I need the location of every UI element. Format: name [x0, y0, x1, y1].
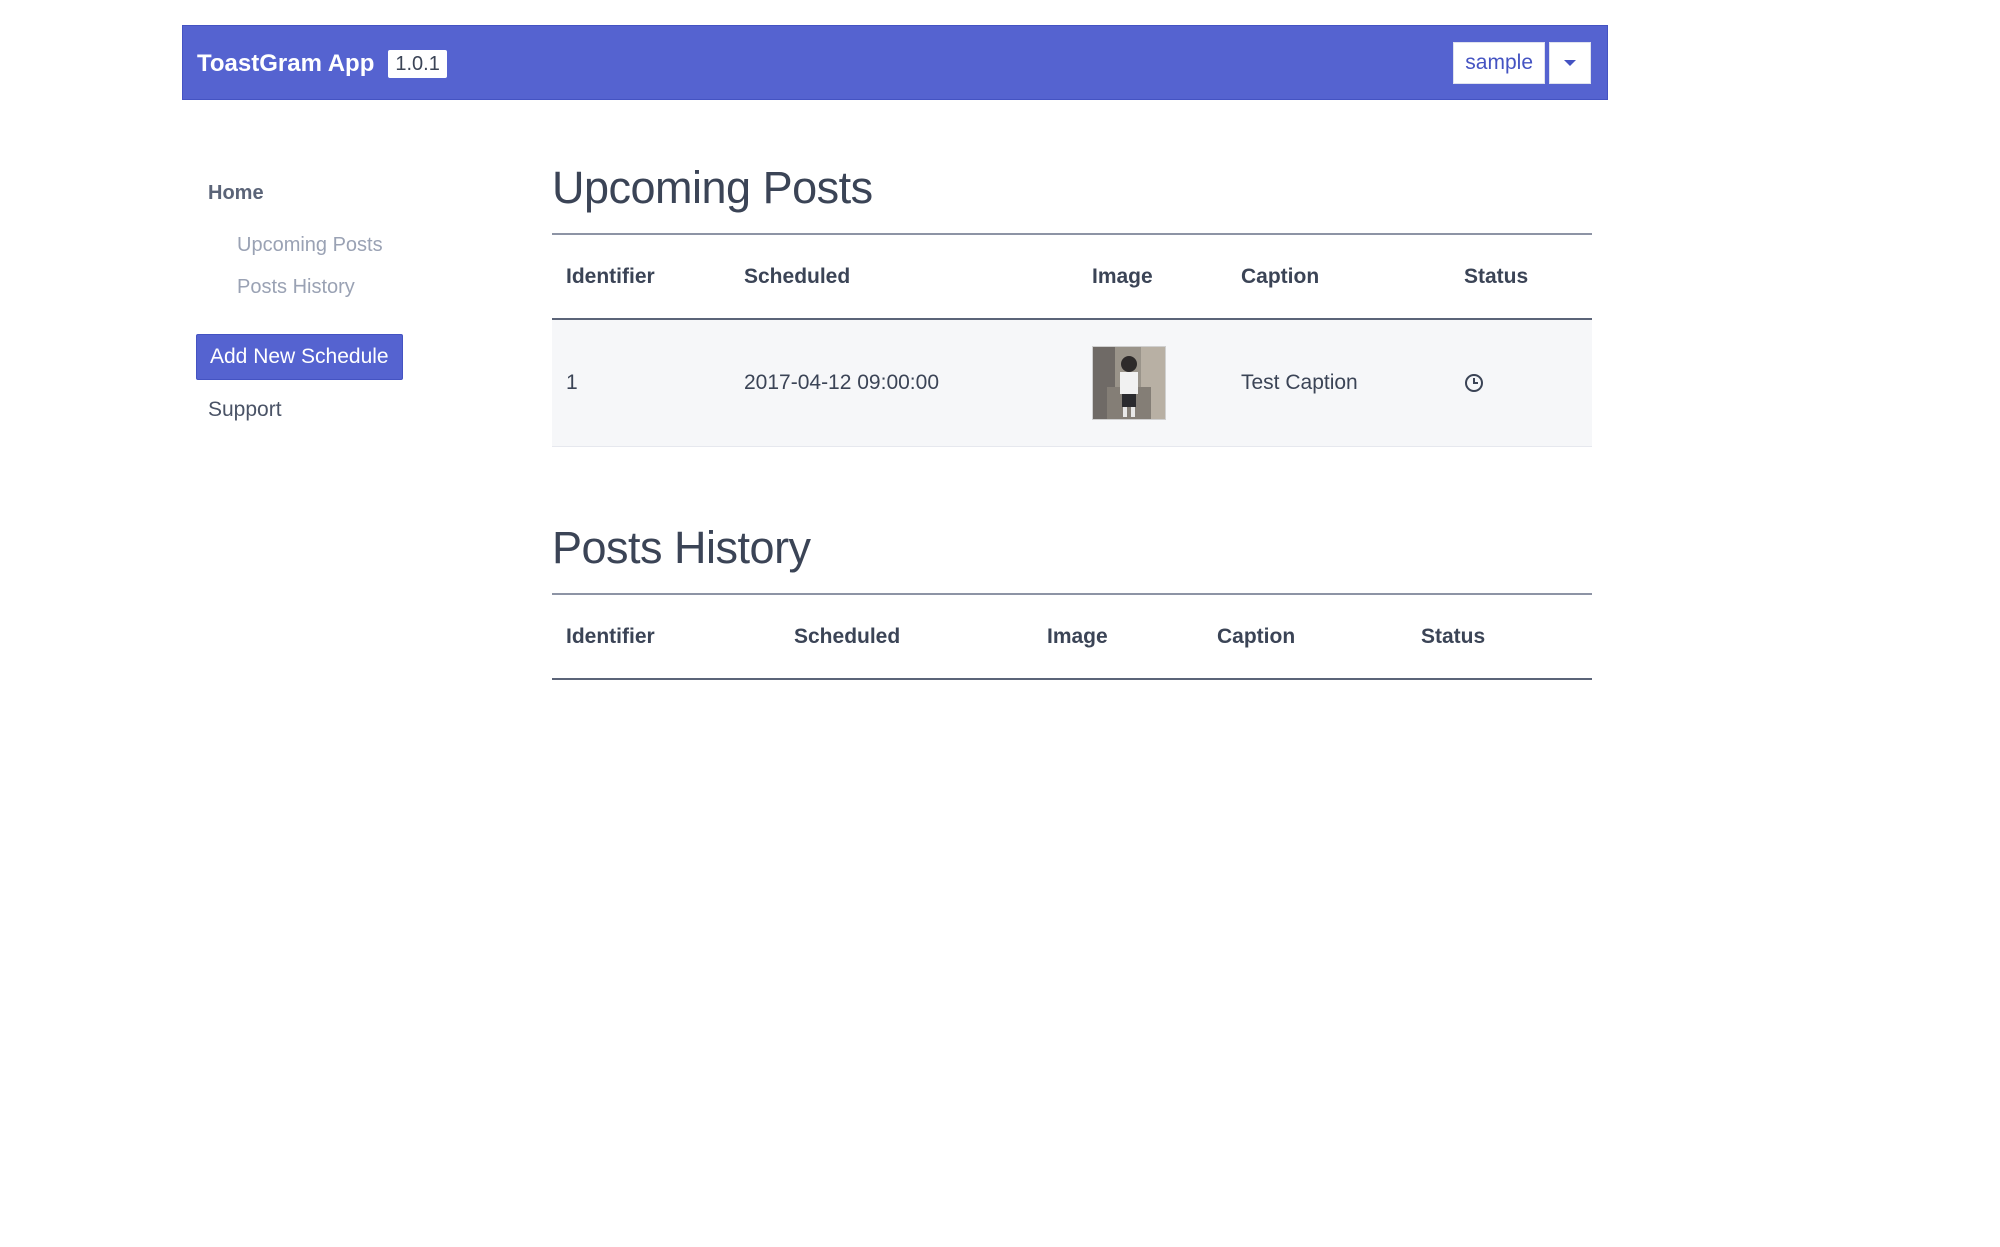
- column-header: Image: [1078, 235, 1227, 320]
- column-header: Status: [1407, 595, 1592, 680]
- user-button[interactable]: sample: [1453, 42, 1545, 84]
- column-header: Scheduled: [730, 235, 1078, 320]
- app-title[interactable]: ToastGram App: [197, 50, 374, 78]
- brand: ToastGram App 1.0.1: [197, 26, 447, 101]
- column-header: Scheduled: [780, 595, 1033, 680]
- table-header-row: Identifier Scheduled Image Caption Statu…: [552, 595, 1592, 680]
- caret-down-icon: [1564, 60, 1576, 66]
- cell-image: [1078, 319, 1227, 447]
- column-header: Caption: [1203, 595, 1407, 680]
- upcoming-posts-section: Upcoming Posts Identifier Scheduled Imag…: [552, 158, 1592, 447]
- column-header: Caption: [1227, 235, 1450, 320]
- column-header: Status: [1450, 235, 1592, 320]
- post-thumbnail[interactable]: [1092, 346, 1166, 420]
- top-navbar: ToastGram App 1.0.1 sample: [182, 25, 1608, 100]
- posts-history-section: Posts History Identifier Scheduled Image…: [552, 518, 1592, 680]
- table-header-row: Identifier Scheduled Image Caption Statu…: [552, 235, 1592, 320]
- upcoming-posts-title: Upcoming Posts: [552, 158, 1592, 235]
- sidebar-item-posts-history[interactable]: Posts History: [237, 276, 355, 299]
- upcoming-posts-table: Identifier Scheduled Image Caption Statu…: [552, 235, 1592, 447]
- clock-icon: [1465, 374, 1483, 392]
- user-menu: sample: [1453, 42, 1591, 84]
- cell-identifier: 1: [552, 319, 730, 447]
- table-row[interactable]: 1 2017-04-12 09:00:00 Test Caption: [552, 319, 1592, 447]
- cell-scheduled: 2017-04-12 09:00:00: [730, 319, 1078, 447]
- app-root: ToastGram App 1.0.1 sample Home Upcoming…: [0, 0, 2000, 1247]
- version-badge: 1.0.1: [388, 49, 447, 78]
- column-header: Identifier: [552, 235, 730, 320]
- posts-history-table: Identifier Scheduled Image Caption Statu…: [552, 595, 1592, 680]
- sidebar-item-upcoming-posts[interactable]: Upcoming Posts: [237, 234, 383, 257]
- posts-history-title: Posts History: [552, 518, 1592, 595]
- user-dropdown-toggle[interactable]: [1549, 42, 1591, 84]
- add-new-schedule-button[interactable]: Add New Schedule: [196, 334, 403, 380]
- column-header: Identifier: [552, 595, 780, 680]
- sidebar-item-home[interactable]: Home: [208, 182, 264, 205]
- cell-status: [1450, 319, 1592, 447]
- column-header: Image: [1033, 595, 1203, 680]
- sidebar-item-support[interactable]: Support: [208, 398, 282, 422]
- cell-caption: Test Caption: [1227, 319, 1450, 447]
